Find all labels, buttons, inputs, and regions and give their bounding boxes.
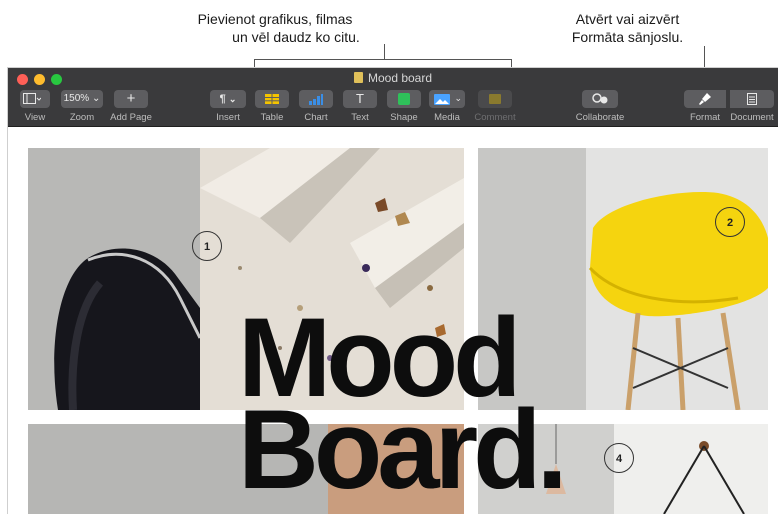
view-button[interactable]: [20, 90, 50, 108]
text-control[interactable]: T Text: [342, 90, 378, 123]
headline-line2: Board.: [238, 387, 568, 512]
hanger-image: [614, 424, 768, 514]
callout-media-bracket-left: [254, 59, 255, 67]
table-control[interactable]: Table: [254, 90, 290, 123]
callout-format-line2: Formāta sānjoslu.: [571, 29, 684, 45]
insert-control[interactable]: ¶ ⌄ Insert: [208, 90, 248, 123]
callout-format-line1: Atvērt vai aizvērt: [575, 11, 680, 27]
collaborate-icon: [592, 93, 608, 104]
collaborate-button[interactable]: [582, 90, 618, 108]
chart-label: Chart: [304, 112, 328, 123]
comment-label: Comment: [474, 112, 516, 123]
shape-control[interactable]: Shape: [386, 90, 422, 123]
view-control[interactable]: View: [15, 90, 55, 123]
marker-2: 2: [715, 207, 745, 237]
headline[interactable]: Mood Board.: [238, 302, 568, 512]
app-window: Mood board View 150% ⌄ Zoom + Add Page ¶…: [8, 68, 778, 514]
chart-icon: [309, 94, 323, 105]
document-canvas[interactable]: Mood Board. 1 2 4: [8, 127, 778, 514]
table-label: Table: [260, 112, 284, 123]
window-title-text: Mood board: [367, 71, 433, 85]
zoom-select[interactable]: 150% ⌄: [61, 90, 103, 108]
plus-icon: +: [126, 90, 136, 107]
window-title: Mood board: [8, 71, 778, 85]
add-page-label: Add Page: [110, 112, 152, 123]
document-label: Document: [730, 112, 774, 123]
shape-label: Shape: [390, 112, 418, 123]
shape-icon: [398, 93, 410, 105]
table-icon: [265, 94, 279, 104]
chart-button[interactable]: [299, 90, 333, 108]
insert-label: Insert: [216, 112, 240, 123]
view-label: View: [24, 112, 46, 123]
hanger-photo[interactable]: [614, 424, 768, 514]
add-page-control[interactable]: + Add Page: [108, 90, 154, 123]
format-button[interactable]: [684, 90, 726, 108]
text-icon: T: [356, 91, 364, 106]
media-button[interactable]: ⌄: [429, 90, 465, 108]
armchair-photo[interactable]: [28, 148, 200, 410]
comment-icon: [489, 94, 501, 104]
callout-media-bracket-right: [511, 59, 512, 67]
collaborate-control[interactable]: Collaborate: [570, 90, 630, 123]
format-control[interactable]: Format: [684, 90, 726, 123]
collaborate-label: Collaborate: [575, 112, 625, 123]
table-button[interactable]: [255, 90, 289, 108]
document-button[interactable]: [730, 90, 774, 108]
callout-media-bracket: [254, 59, 512, 60]
format-label: Format: [689, 112, 721, 123]
chevron-down-icon: ⌄: [91, 93, 101, 104]
add-page-button[interactable]: +: [114, 90, 148, 108]
callout-media-stem: [384, 44, 385, 59]
toolbar: Mood board View 150% ⌄ Zoom + Add Page ¶…: [8, 68, 778, 127]
callout-media-line1: Pievienot grafikus, filmas: [197, 11, 353, 27]
media-icon: [434, 94, 450, 105]
chevron-down-icon: ⌄: [228, 94, 237, 104]
chevron-down-icon: ⌄: [454, 93, 462, 103]
zoom-value: 150%: [63, 93, 90, 104]
zoom-control[interactable]: 150% ⌄ Zoom: [60, 90, 104, 123]
callout-media: Pievienot grafikus, filmas un vēl daudz …: [150, 10, 400, 46]
insert-button[interactable]: ¶ ⌄: [210, 90, 246, 108]
paragraph-icon: ¶: [219, 93, 226, 105]
sidebar-icon: [23, 93, 41, 104]
marker-4: 4: [604, 443, 634, 473]
shape-button[interactable]: [387, 90, 421, 108]
zoom-label: Zoom: [69, 112, 95, 123]
document-control[interactable]: Document: [727, 90, 777, 123]
text-label: Text: [351, 112, 369, 123]
comment-control[interactable]: Comment: [474, 90, 516, 123]
text-button[interactable]: T: [343, 90, 377, 108]
callout-format: Atvērt vai aizvērt Formāta sānjoslu.: [540, 10, 715, 46]
media-control[interactable]: ⌄ Media: [428, 90, 466, 123]
document-icon: [747, 93, 757, 105]
document-icon: [353, 72, 363, 83]
comment-button[interactable]: [478, 90, 512, 108]
armchair-image: [28, 148, 200, 410]
media-label: Media: [434, 112, 460, 123]
marker-1: 1: [192, 231, 222, 261]
paintbrush-icon: [699, 93, 711, 105]
callout-media-line2: un vēl daudz ko citu.: [232, 29, 360, 45]
chart-control[interactable]: Chart: [298, 90, 334, 123]
